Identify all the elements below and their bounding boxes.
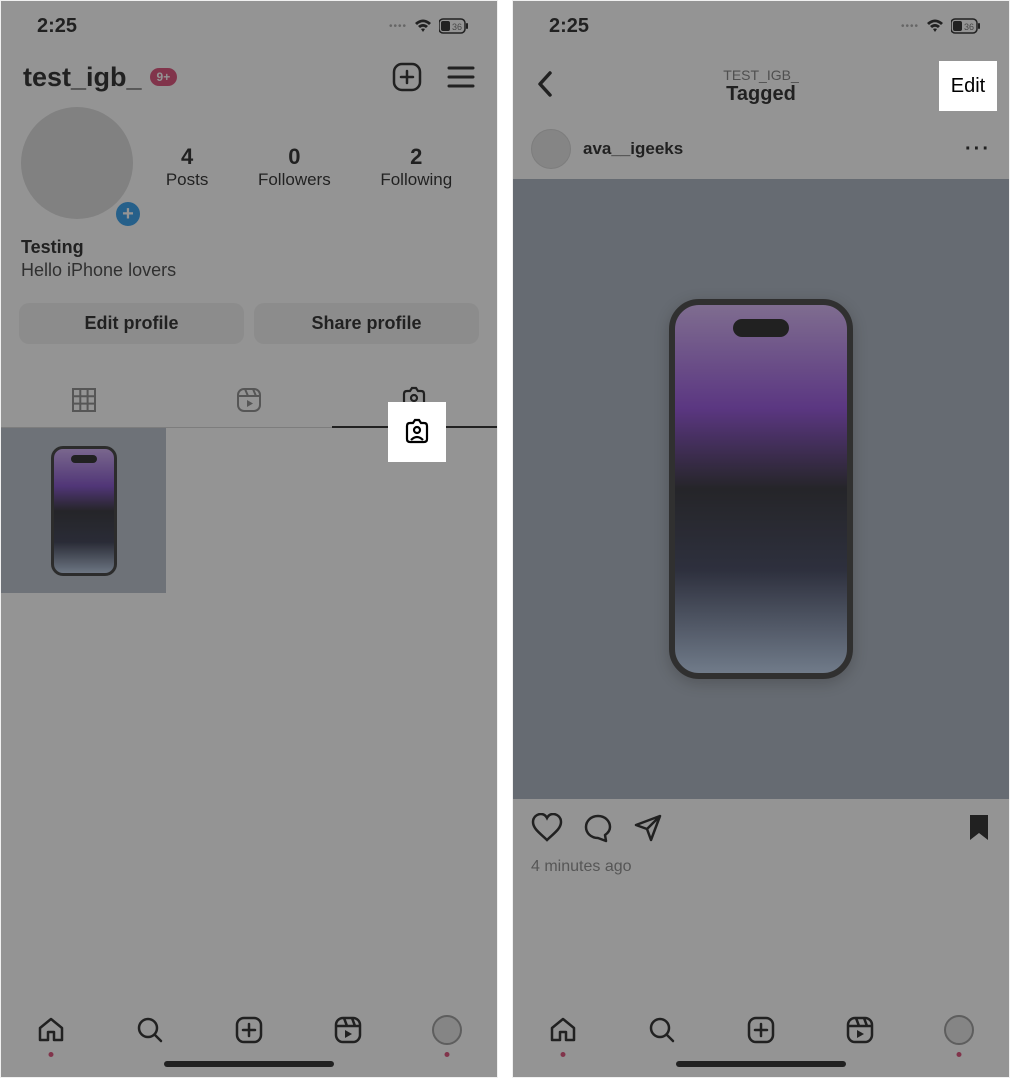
phone-image-icon <box>669 299 853 679</box>
home-icon <box>548 1015 578 1045</box>
reels-nav-icon <box>845 1015 875 1045</box>
comment-icon <box>583 813 613 843</box>
avatar-placeholder-icon <box>21 107 133 219</box>
add-story-icon[interactable]: + <box>113 199 143 229</box>
profile-header: test_igb_ 9+ <box>1 51 497 101</box>
hamburger-menu-button[interactable] <box>445 61 477 93</box>
status-time: 2:25 <box>549 15 589 38</box>
create-post-button[interactable] <box>391 61 423 93</box>
header-title: Tagged <box>723 83 798 106</box>
reels-icon <box>235 386 263 414</box>
nav-reels[interactable] <box>331 1013 365 1047</box>
status-bar: 2:25 •••• 36 <box>1 1 497 51</box>
bio-text: Hello iPhone lovers <box>21 260 477 281</box>
plus-box-icon <box>234 1015 264 1045</box>
profile-screen: 2:25 •••• 36 test_igb_ 9+ + <box>0 0 498 1078</box>
post-timestamp: 4 minutes ago <box>513 854 1009 880</box>
username-label: test_igb_ <box>23 62 142 93</box>
chevron-left-icon <box>535 70 555 98</box>
status-time: 2:25 <box>37 15 77 38</box>
battery-icon: 36 <box>439 18 469 34</box>
profile-avatar-icon <box>944 1015 974 1045</box>
notification-badge: 9+ <box>150 68 178 86</box>
profile-action-row: Edit profile Share profile <box>1 281 497 344</box>
post-header: ava__igeeks ··· <box>513 119 1009 179</box>
phone-image-icon <box>51 446 117 576</box>
nav-reels[interactable] <box>843 1013 877 1047</box>
cell-signal-icon: •••• <box>389 21 407 32</box>
status-bar: 2:25 •••• 36 <box>513 1 1009 51</box>
post-author[interactable]: ava__igeeks <box>531 129 683 169</box>
posts-stat[interactable]: 4 Posts <box>166 144 209 190</box>
following-count: 2 <box>380 144 452 170</box>
author-avatar-icon <box>531 129 571 169</box>
followers-label: Followers <box>258 170 331 190</box>
share-button[interactable] <box>633 813 663 848</box>
nav-home[interactable] <box>34 1013 68 1047</box>
posts-count: 4 <box>166 144 209 170</box>
profile-stats-row: + 4 Posts 0 Followers 2 Following <box>1 101 497 227</box>
profile-bio: Testing Hello iPhone lovers <box>1 227 497 281</box>
header-subtitle: TEST_IGB_ <box>723 67 798 83</box>
tagged-tab-highlight <box>388 402 446 462</box>
edit-label: Edit <box>951 75 985 98</box>
battery-icon: 36 <box>951 18 981 34</box>
followers-count: 0 <box>258 144 331 170</box>
comment-button[interactable] <box>583 813 613 848</box>
cell-signal-icon: •••• <box>901 21 919 32</box>
nav-profile[interactable] <box>430 1013 464 1047</box>
nav-profile[interactable] <box>942 1013 976 1047</box>
svg-text:36: 36 <box>964 22 974 32</box>
send-icon <box>633 813 663 843</box>
username-row[interactable]: test_igb_ 9+ <box>23 62 177 93</box>
reels-nav-icon <box>333 1015 363 1045</box>
tagged-post-thumb[interactable] <box>1 428 166 593</box>
edit-profile-button[interactable]: Edit profile <box>19 303 244 344</box>
profile-avatar[interactable]: + <box>21 107 141 227</box>
svg-text:36: 36 <box>452 22 462 32</box>
heart-icon <box>531 813 563 843</box>
bookmark-button[interactable] <box>967 813 991 848</box>
grid-icon <box>70 386 98 414</box>
nav-search[interactable] <box>133 1013 167 1047</box>
search-icon <box>647 1015 677 1045</box>
nav-search[interactable] <box>645 1013 679 1047</box>
home-indicator <box>164 1061 334 1067</box>
following-label: Following <box>380 170 452 190</box>
tab-grid[interactable] <box>1 372 166 427</box>
post-image[interactable] <box>513 179 1009 799</box>
bookmark-icon <box>967 813 991 843</box>
share-profile-button[interactable]: Share profile <box>254 303 479 344</box>
posts-label: Posts <box>166 170 209 190</box>
home-indicator <box>676 1061 846 1067</box>
tagged-detail-screen: 2:25 •••• 36 TEST_IGB_ Tagged Edit Edit … <box>512 0 1010 1078</box>
following-stat[interactable]: 2 Following <box>380 144 452 190</box>
edit-button-highlight[interactable]: Edit <box>939 61 997 111</box>
plus-box-icon <box>746 1015 776 1045</box>
nav-home[interactable] <box>546 1013 580 1047</box>
tagged-header: TEST_IGB_ Tagged Edit <box>513 53 1009 119</box>
nav-create[interactable] <box>232 1013 266 1047</box>
post-more-button[interactable]: ··· <box>965 138 991 161</box>
wifi-icon <box>413 18 433 34</box>
tagged-icon <box>402 417 432 447</box>
profile-avatar-icon <box>432 1015 462 1045</box>
search-icon <box>135 1015 165 1045</box>
nav-create[interactable] <box>744 1013 778 1047</box>
home-icon <box>36 1015 66 1045</box>
followers-stat[interactable]: 0 Followers <box>258 144 331 190</box>
back-button[interactable] <box>535 70 555 103</box>
tab-reels[interactable] <box>166 372 331 427</box>
like-button[interactable] <box>531 813 563 848</box>
display-name: Testing <box>21 237 477 258</box>
wifi-icon <box>925 18 945 34</box>
post-actions <box>513 799 1009 854</box>
author-username: ava__igeeks <box>583 139 683 159</box>
